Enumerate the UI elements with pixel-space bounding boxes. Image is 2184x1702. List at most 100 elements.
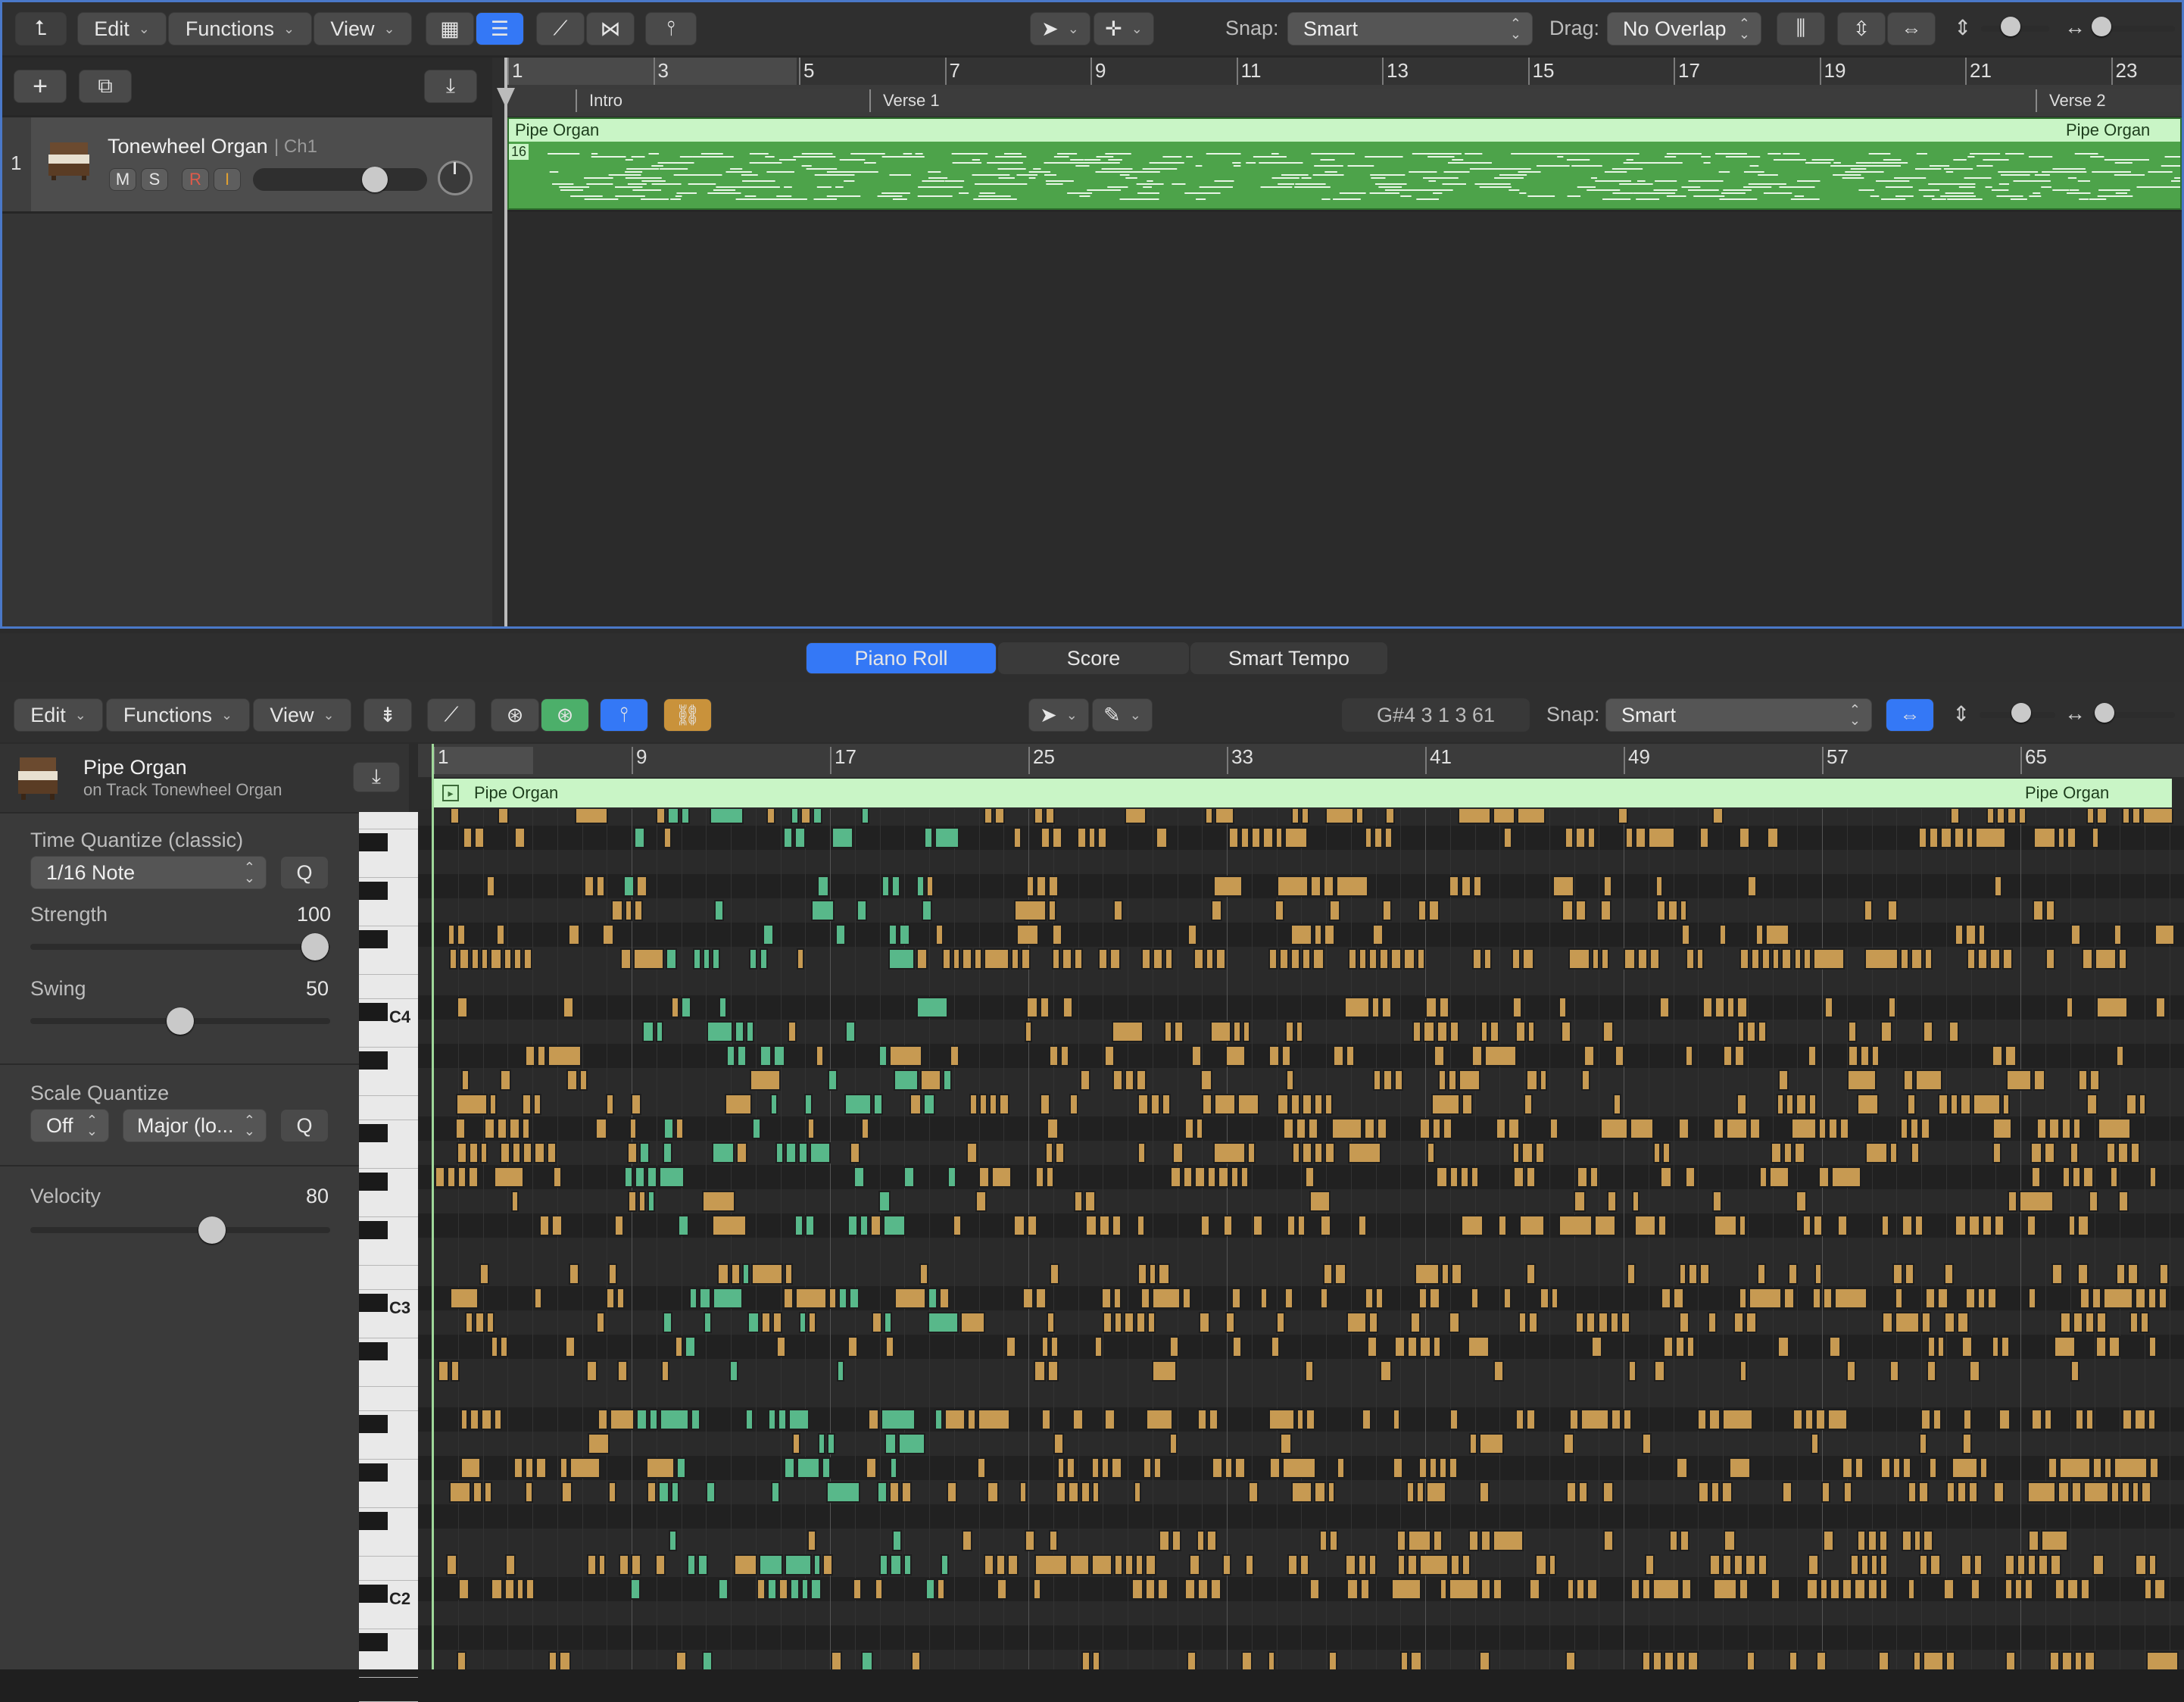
midi-note[interactable] xyxy=(2045,948,2055,970)
midi-note[interactable] xyxy=(1103,1045,1115,1066)
midi-note[interactable] xyxy=(1101,1288,1112,1309)
midi-note[interactable] xyxy=(522,1118,531,1139)
midi-note[interactable] xyxy=(1306,1409,1315,1430)
midi-note[interactable] xyxy=(919,1263,929,1285)
midi-note[interactable] xyxy=(619,1554,629,1576)
midi-note[interactable] xyxy=(1034,809,1044,824)
midi-note[interactable] xyxy=(1697,1409,1708,1430)
midi-note[interactable] xyxy=(464,1312,473,1333)
midi-note[interactable] xyxy=(1125,1554,1134,1576)
midi-note[interactable] xyxy=(1714,997,1726,1018)
midi-note[interactable] xyxy=(747,1312,760,1333)
midi-note[interactable] xyxy=(548,1651,558,1669)
midi-note[interactable] xyxy=(457,924,466,945)
midi-note[interactable] xyxy=(2024,1579,2033,1600)
midi-note[interactable] xyxy=(2116,1263,2126,1285)
midi-note[interactable] xyxy=(1458,809,1492,824)
midi-note[interactable] xyxy=(1818,1166,1830,1188)
piano-roll-grid[interactable] xyxy=(418,809,2184,1669)
midi-note[interactable] xyxy=(1047,1360,1059,1382)
midi-note[interactable] xyxy=(1197,1409,1208,1430)
midi-note[interactable] xyxy=(1418,1288,1427,1309)
midi-note[interactable] xyxy=(991,1166,1012,1188)
midi-note[interactable] xyxy=(1164,1021,1172,1042)
midi-note[interactable] xyxy=(2077,1215,2089,1236)
midi-note[interactable] xyxy=(2061,1651,2073,1669)
midi-note[interactable] xyxy=(1056,1482,1067,1503)
midi-note[interactable] xyxy=(2077,1070,2088,1091)
midi-note[interactable] xyxy=(1738,1288,1748,1309)
midi-note[interactable] xyxy=(1123,1312,1134,1333)
midi-note[interactable] xyxy=(1471,1166,1480,1188)
midi-note[interactable] xyxy=(828,1288,838,1309)
midi-note[interactable] xyxy=(2002,948,2014,970)
midi-note[interactable] xyxy=(1966,948,1977,970)
midi-note[interactable] xyxy=(1471,948,1483,970)
midi-note[interactable] xyxy=(2138,1094,2147,1115)
midi-note[interactable] xyxy=(1296,1021,1304,1042)
midi-note[interactable] xyxy=(1687,1651,1699,1669)
midi-note[interactable] xyxy=(504,948,513,970)
midi-note[interactable] xyxy=(2004,1579,2013,1600)
midi-note[interactable] xyxy=(1168,1336,1180,1357)
midi-note[interactable] xyxy=(500,1336,509,1357)
midi-note[interactable] xyxy=(1312,948,1324,970)
midi-note[interactable] xyxy=(624,1166,633,1188)
midi-note[interactable] xyxy=(1804,1409,1814,1430)
midi-note[interactable] xyxy=(626,1142,638,1163)
midi-note[interactable] xyxy=(797,1142,809,1163)
midi-note[interactable] xyxy=(1521,1142,1533,1163)
midi-note[interactable] xyxy=(1961,1554,1973,1576)
midi-note[interactable] xyxy=(706,1021,734,1042)
tab-score[interactable]: Score xyxy=(998,642,1189,674)
midi-note[interactable] xyxy=(460,1070,470,1091)
midi-note[interactable] xyxy=(1305,1360,1314,1382)
midi-note[interactable] xyxy=(1393,1336,1406,1357)
midi-note[interactable] xyxy=(1184,1118,1194,1139)
midi-note[interactable] xyxy=(1053,1433,1064,1454)
midi-note[interactable] xyxy=(870,1215,882,1236)
midi-note[interactable] xyxy=(661,1360,670,1382)
midi-note[interactable] xyxy=(1904,1263,1914,1285)
midi-note[interactable] xyxy=(1795,1094,1808,1115)
midi-note[interactable] xyxy=(2157,1288,2168,1309)
midi-note[interactable] xyxy=(1480,1579,1492,1600)
midi-note[interactable] xyxy=(1719,924,1727,945)
midi-note[interactable] xyxy=(1794,1142,1806,1163)
midi-note[interactable] xyxy=(2129,1312,2139,1333)
midi-note[interactable] xyxy=(1006,1336,1016,1357)
midi-note[interactable] xyxy=(2005,1651,2016,1669)
midi-note[interactable] xyxy=(2083,1166,2094,1188)
midi-note[interactable] xyxy=(1991,1045,2004,1066)
midi-note[interactable] xyxy=(455,1094,488,1115)
midi-note[interactable] xyxy=(1949,809,1960,824)
midi-note[interactable] xyxy=(1644,1554,1655,1576)
midi-note[interactable] xyxy=(2083,1482,2109,1503)
midi-note[interactable] xyxy=(1193,1166,1206,1188)
midi-note[interactable] xyxy=(1348,948,1358,970)
midi-note[interactable] xyxy=(1137,1263,1147,1285)
midi-note[interactable] xyxy=(1297,1215,1306,1236)
midi-note[interactable] xyxy=(2026,1554,2036,1576)
midi-note[interactable] xyxy=(2127,1263,2139,1285)
midi-note[interactable] xyxy=(1162,1094,1172,1115)
midi-note[interactable] xyxy=(1728,1457,1752,1479)
midi-note[interactable] xyxy=(1493,1579,1502,1600)
midi-note[interactable] xyxy=(1460,1215,1484,1236)
midi-note[interactable] xyxy=(1561,900,1574,921)
midi-note[interactable] xyxy=(1114,1554,1124,1576)
automation-button[interactable]: ⟋ xyxy=(536,12,585,45)
midi-note[interactable] xyxy=(2074,1409,2085,1430)
midi-note[interactable] xyxy=(816,876,829,897)
midi-note[interactable] xyxy=(1218,1166,1230,1188)
midi-note[interactable] xyxy=(807,1530,817,1551)
midi-note[interactable] xyxy=(1954,827,1964,848)
midi-note[interactable] xyxy=(1287,1215,1296,1236)
midi-note[interactable] xyxy=(2031,1409,2042,1430)
midi-note[interactable] xyxy=(1345,1554,1357,1576)
midi-note[interactable] xyxy=(631,1094,641,1115)
midi-note[interactable] xyxy=(1614,1045,1624,1066)
midi-note[interactable] xyxy=(969,1094,978,1115)
midi-note[interactable] xyxy=(1561,1021,1572,1042)
midi-note[interactable] xyxy=(480,948,489,970)
